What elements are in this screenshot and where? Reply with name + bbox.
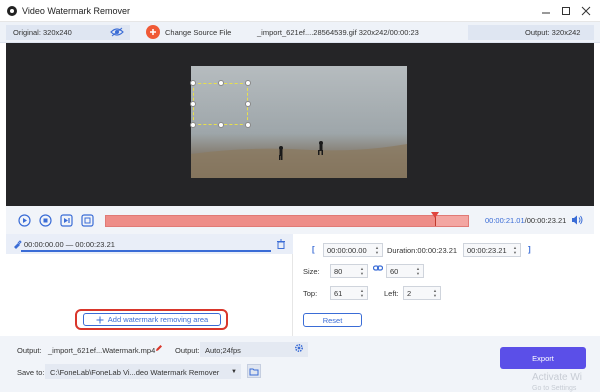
timeline-progress: [106, 216, 435, 226]
add-watermark-label: Add watermark removing area: [107, 315, 209, 324]
top-spinner[interactable]: ▲ ▼: [359, 288, 365, 298]
change-source-label[interactable]: Change Source File: [165, 28, 231, 37]
maximize-icon: [562, 7, 570, 15]
resize-handle-b[interactable]: [218, 122, 224, 128]
start-time-spinner[interactable]: ▲ ▼: [374, 245, 380, 255]
close-button[interactable]: [578, 4, 594, 18]
segment-row[interactable]: 00:00:00.00 — 00:00:23.21: [6, 234, 293, 254]
eye-icon[interactable]: [110, 27, 124, 37]
reset-button[interactable]: Reset: [303, 313, 362, 327]
resize-handle-tl[interactable]: [190, 80, 196, 86]
watermark-selection-box[interactable]: [193, 83, 248, 125]
app-icon: [7, 6, 17, 16]
playhead[interactable]: [431, 212, 439, 218]
size-label: Size:: [303, 267, 320, 276]
top-field[interactable]: 61 ▲ ▼: [330, 286, 368, 300]
save-to-label: Save to:: [17, 368, 45, 377]
maximize-button[interactable]: [558, 4, 574, 18]
minimize-button[interactable]: [538, 4, 554, 18]
change-source-button[interactable]: [146, 25, 160, 39]
left-spinner[interactable]: ▲ ▼: [432, 288, 438, 298]
gear-icon[interactable]: [294, 343, 304, 353]
output-file-name: _import_621ef...Watermark.mp4: [48, 346, 156, 355]
left-value: 2: [407, 289, 412, 298]
format-label: Output:: [175, 346, 200, 355]
time-display: 00:00:21.01/00:00:23.21: [485, 216, 566, 225]
total-time: /00:00:23.21: [524, 216, 567, 225]
export-button[interactable]: Export: [500, 347, 586, 369]
screenshot-button[interactable]: [81, 214, 94, 227]
add-watermark-area-button[interactable]: Add watermark removing area: [83, 313, 221, 326]
plus-icon: [96, 316, 104, 323]
height-spinner[interactable]: ▲ ▼: [415, 266, 421, 276]
segment-panel: 00:00:00.00 — 00:00:23.21 Add watermark …: [6, 234, 293, 336]
file-info: _import_621ef....28564539.gif 320x242/00…: [257, 28, 419, 37]
resize-handle-r[interactable]: [245, 101, 251, 107]
stop-button[interactable]: [39, 214, 52, 227]
height-field[interactable]: 60 ▲ ▼: [386, 264, 424, 278]
width-field[interactable]: 80 ▲ ▼: [330, 264, 368, 278]
save-path-value: C:\FoneLab\FoneLab Vi...deo Watermark Re…: [50, 368, 220, 377]
trash-icon[interactable]: [276, 239, 286, 249]
folder-glyph: [249, 368, 259, 376]
width-value: 80: [334, 267, 343, 276]
format-value: Auto;24fps: [205, 346, 241, 355]
close-icon: [581, 6, 591, 16]
segment-range: 00:00:00.00 — 00:00:23.21: [24, 240, 115, 249]
next-frame-button[interactable]: [60, 214, 73, 227]
set-end-bracket[interactable]: ]: [528, 245, 531, 254]
resize-handle-t[interactable]: [218, 80, 224, 86]
activation-watermark: Activate Wi: [532, 372, 583, 383]
left-label: Left:: [384, 289, 399, 298]
left-field[interactable]: 2 ▲ ▼: [403, 286, 441, 300]
start-time-field[interactable]: 00:00:00.00 ▲ ▼: [323, 243, 383, 257]
resize-handle-tr[interactable]: [245, 80, 251, 86]
end-time-value: 00:00:23.21: [467, 246, 507, 255]
window-title: Video Watermark Remover: [22, 6, 131, 16]
start-time-value: 00:00:00.00: [327, 246, 367, 255]
output-resolution: Output: 320x242: [525, 28, 581, 37]
width-spinner[interactable]: ▲ ▼: [359, 266, 365, 276]
original-resolution: Original: 320x240: [13, 28, 72, 37]
volume-icon[interactable]: [571, 214, 583, 226]
resize-handle-bl[interactable]: [190, 122, 196, 128]
timeline-track[interactable]: [105, 212, 469, 227]
output-file-label: Output:: [17, 346, 42, 355]
playback-controls: 00:00:21.01/00:00:23.21: [6, 206, 594, 234]
set-start-bracket[interactable]: [: [312, 245, 315, 254]
folder-icon[interactable]: [247, 364, 261, 378]
resize-handle-br[interactable]: [245, 122, 251, 128]
video-preview: [6, 43, 594, 206]
current-time: 00:00:21.01: [485, 216, 525, 225]
top-value: 61: [334, 289, 343, 298]
height-value: 60: [390, 267, 399, 276]
activation-watermark-sub: Go to Settings: [532, 385, 577, 392]
edit-icon[interactable]: [155, 344, 163, 352]
plus-icon: [150, 29, 156, 35]
brush-icon: [14, 240, 22, 249]
end-time-spinner[interactable]: ▲ ▼: [512, 245, 518, 255]
top-label: Top:: [303, 289, 318, 298]
info-bar: Original: 320x240 Change Source File _im…: [0, 22, 600, 43]
play-button[interactable]: [18, 214, 31, 227]
segment-bar: [21, 250, 271, 252]
resize-handle-l[interactable]: [190, 101, 196, 107]
link-icon[interactable]: [373, 264, 383, 272]
duration-label: Duration:00:00:23.21: [387, 246, 458, 255]
chevron-down-icon: ▼: [231, 369, 237, 375]
title-bar: Video Watermark Remover: [0, 0, 600, 22]
minimize-icon: [542, 12, 550, 14]
end-time-field[interactable]: 00:00:23.21 ▲ ▼: [463, 243, 521, 257]
